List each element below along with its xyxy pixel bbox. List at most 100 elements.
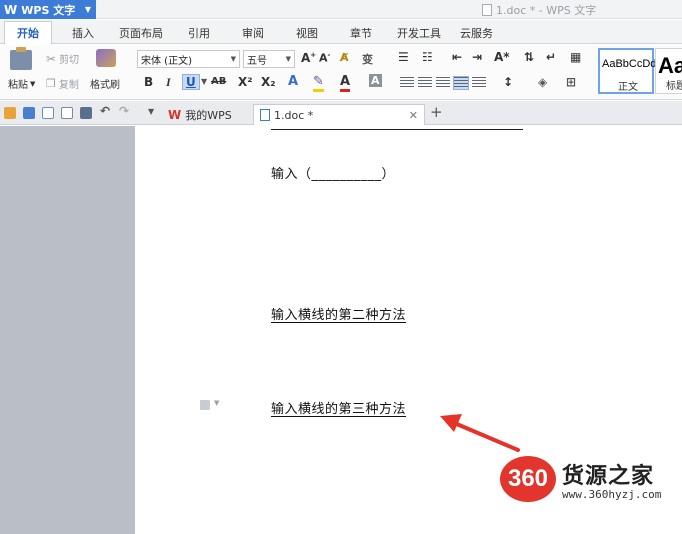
doc-line-2: 输入横线的第二种方法 [271, 308, 407, 323]
close-icon[interactable]: ✕ [409, 109, 418, 122]
doc-line-1: 输入（__________） [271, 167, 396, 182]
paste-label: 粘贴 [8, 80, 28, 91]
export-pdf-icon[interactable] [42, 107, 54, 119]
shrink-font-button[interactable]: A- [319, 51, 330, 65]
tab-references[interactable]: 引用 [188, 25, 210, 41]
chevron-down-icon[interactable]: ▼ [214, 399, 219, 407]
new-tab-icon[interactable]: + [430, 103, 443, 121]
increase-indent-icon[interactable]: ⇥ [472, 50, 482, 64]
open-folder-icon[interactable] [4, 107, 16, 119]
copy-label: 复制 [58, 80, 79, 91]
format-painter-icon[interactable] [96, 49, 116, 67]
style-heading-sample: Aa [658, 53, 682, 78]
table-icon[interactable]: ▦ [570, 50, 581, 64]
decrease-indent-icon[interactable]: ⇤ [452, 50, 462, 64]
style-normal[interactable]: AaBbCcDd 正文 [598, 48, 657, 94]
tab-chapter[interactable]: 章节 [350, 25, 372, 41]
doc-tab-active[interactable]: 1.doc * ✕ [253, 104, 425, 125]
underline-dropdown[interactable]: ▼ [201, 77, 207, 86]
annotation-arrow-icon [440, 414, 520, 452]
window-title: 1.doc * - WPS 文字 [482, 2, 596, 18]
grow-font-button[interactable]: A+ [301, 51, 316, 65]
print-icon[interactable] [80, 107, 92, 119]
italic-button[interactable]: I [166, 75, 171, 90]
numbered-list-icon[interactable]: ☷ [422, 50, 433, 64]
chevron-down-icon: ▼ [230, 55, 236, 63]
char-shading-button[interactable]: A [369, 74, 382, 87]
clear-format-icon[interactable]: A̸ [340, 51, 349, 64]
justify-icon[interactable] [453, 76, 469, 90]
copy-icon: ❐ [46, 77, 56, 90]
text-effect-button[interactable]: A [288, 74, 298, 89]
align-left-icon[interactable] [400, 77, 414, 89]
borders-icon[interactable]: ⊞ [566, 75, 576, 89]
save-icon[interactable] [23, 107, 35, 119]
app-menu-button[interactable]: W WPS 文字 ▼ [0, 0, 96, 19]
font-size-value: 五号 [247, 55, 267, 67]
horizontal-rule [271, 129, 523, 130]
doc-tab-my-wps[interactable]: W 我的WPS [164, 104, 236, 125]
chevron-down-icon[interactable]: ▼ [148, 107, 154, 116]
document-icon [260, 109, 270, 121]
app-menu-label: WPS 文字 [21, 3, 76, 17]
scissors-icon: ✂ [46, 51, 57, 66]
watermark-url: www.360hyzj.com [562, 488, 662, 501]
tab-insert[interactable]: 插入 [72, 25, 94, 41]
phonetic-guide-icon[interactable]: 变 [362, 51, 373, 67]
undo-icon[interactable]: ↶ [100, 104, 110, 118]
style-normal-sample: AaBbCcDd [602, 58, 657, 70]
wps-logo-icon: W [4, 2, 18, 17]
font-name-select[interactable]: 宋体 (正文) ▼ [137, 50, 240, 68]
alignment-group [400, 76, 486, 90]
doc-tab-label: 我的WPS [185, 108, 232, 122]
watermark-title: 货源之家 [562, 464, 655, 489]
bullet-list-icon[interactable]: ☰ [398, 50, 409, 64]
chevron-down-icon: ▼ [84, 5, 91, 14]
align-right-icon[interactable] [436, 77, 450, 89]
document-icon [482, 4, 492, 16]
style-heading-name: 标题 [666, 81, 682, 92]
underline-button[interactable]: U [182, 74, 200, 90]
copy-button[interactable]: ❐ 复制 [46, 76, 79, 91]
paste-icon[interactable] [10, 47, 32, 70]
redo-icon[interactable]: ↷ [119, 104, 129, 118]
cut-label: 剪切 [59, 55, 80, 66]
doc-tab-label: 1.doc * [274, 108, 314, 122]
font-color-button[interactable]: A [340, 74, 351, 92]
title-bar: W WPS 文字 ▼ 1.doc * - WPS 文字 [0, 0, 682, 19]
tab-view[interactable]: 视图 [296, 25, 318, 41]
strikethrough-button[interactable]: AB [211, 76, 226, 87]
tab-home[interactable]: 开始 [4, 21, 52, 45]
window-title-text: 1.doc * - WPS 文字 [496, 4, 597, 17]
print-preview-icon[interactable] [61, 107, 73, 119]
font-size-select[interactable]: 五号 ▼ [243, 50, 295, 68]
change-case-icon[interactable]: A* [494, 50, 510, 64]
cut-button[interactable]: ✂ 剪切 [46, 51, 80, 67]
style-heading[interactable]: Aa 标题 [655, 48, 682, 94]
format-painter-label: 格式刷 [90, 80, 120, 91]
format-painter-button[interactable]: 格式刷 [90, 76, 120, 91]
paragraph-handle-icon[interactable] [200, 400, 210, 410]
page-gutter [0, 126, 135, 534]
tab-review[interactable]: 审阅 [242, 25, 264, 41]
wps-logo-icon: W [168, 107, 182, 122]
tab-cloud-service[interactable]: 云服务 [460, 25, 493, 41]
align-center-icon[interactable] [418, 77, 432, 89]
tab-page-layout[interactable]: 页面布局 [119, 25, 163, 41]
tab-developer[interactable]: 开发工具 [397, 25, 441, 41]
superscript-button[interactable]: X² [238, 75, 253, 89]
sort-icon[interactable]: ⇅ [524, 50, 534, 64]
paragraph-mark-icon[interactable]: ↵ [546, 50, 556, 64]
watermark-logo: 360 [500, 456, 556, 502]
shading-icon[interactable]: ◈ [538, 75, 547, 89]
highlight-button[interactable]: ✎ [313, 74, 324, 92]
ribbon-tab-bar: 开始 插入 页面布局 引用 审阅 视图 章节 开发工具 云服务 [0, 20, 682, 45]
quick-access-toolbar: ↶ ↷ ▼ W 我的WPS 1.doc * ✕ + [0, 101, 682, 125]
subscript-button[interactable]: X₂ [261, 75, 276, 89]
ribbon-home: 粘贴 ▼ ✂ 剪切 ❐ 复制 格式刷 宋体 (正文) ▼ 五号 ▼ A+ A- A̸ … [0, 45, 682, 100]
bold-button[interactable]: B [144, 75, 153, 89]
line-spacing-icon[interactable]: ↕ [503, 75, 513, 89]
distributed-icon[interactable] [472, 77, 486, 89]
doc-line-3: 输入横线的第三种方法 [271, 402, 407, 417]
paste-button[interactable]: 粘贴 ▼ [8, 76, 35, 92]
